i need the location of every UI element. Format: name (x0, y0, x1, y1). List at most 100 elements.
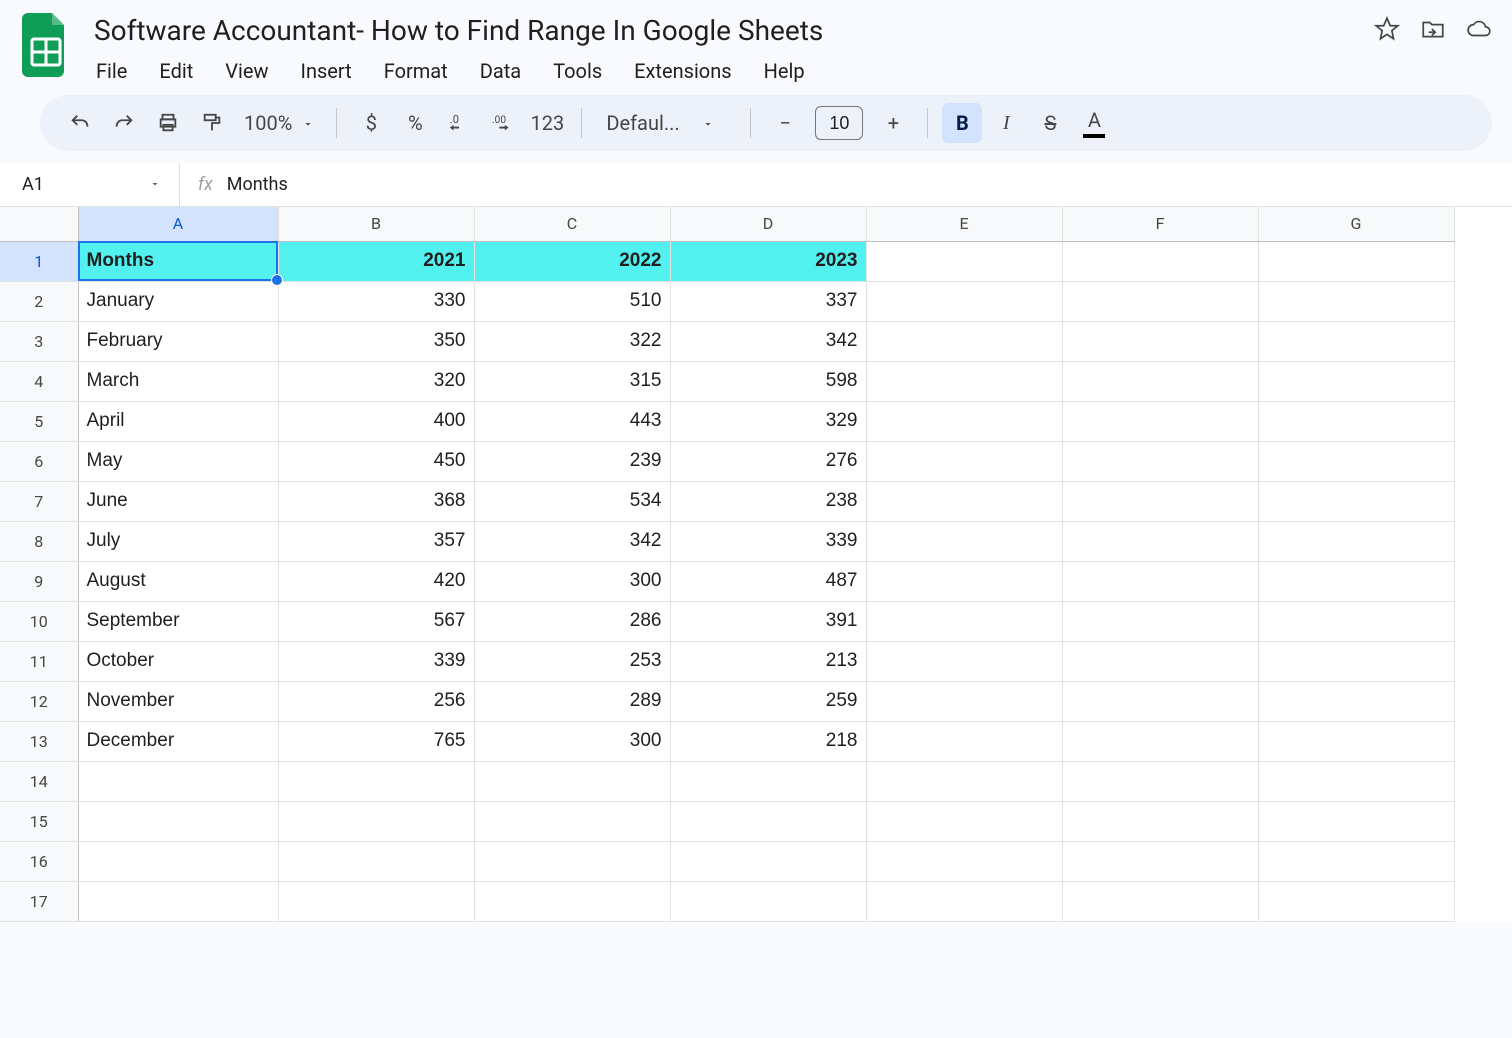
menu-file[interactable]: File (92, 57, 131, 85)
column-header-D[interactable]: D (670, 207, 866, 241)
cell-E1[interactable] (866, 241, 1062, 281)
row-header-3[interactable]: 3 (0, 321, 78, 361)
cell-C5[interactable]: 443 (474, 401, 670, 441)
decrease-font-size-button[interactable]: − (765, 103, 805, 143)
cell-E12[interactable] (866, 681, 1062, 721)
row-header-1[interactable]: 1 (0, 241, 78, 281)
cell-G6[interactable] (1258, 441, 1454, 481)
cell-E15[interactable] (866, 801, 1062, 841)
cell-E6[interactable] (866, 441, 1062, 481)
bold-button[interactable]: B (942, 103, 982, 143)
cell-B7[interactable]: 368 (278, 481, 474, 521)
cell-G9[interactable] (1258, 561, 1454, 601)
strikethrough-button[interactable]: S (1030, 103, 1070, 143)
cell-A11[interactable]: October (78, 641, 278, 681)
cell-E8[interactable] (866, 521, 1062, 561)
cell-A12[interactable]: November (78, 681, 278, 721)
sheets-logo-icon[interactable] (20, 10, 72, 80)
cell-B5[interactable]: 400 (278, 401, 474, 441)
cell-G10[interactable] (1258, 601, 1454, 641)
cell-F16[interactable] (1062, 841, 1258, 881)
cell-C3[interactable]: 322 (474, 321, 670, 361)
cell-B16[interactable] (278, 841, 474, 881)
cell-D5[interactable]: 329 (670, 401, 866, 441)
cell-F8[interactable] (1062, 521, 1258, 561)
decrease-decimal-button[interactable]: .0 (439, 103, 479, 143)
cell-B17[interactable] (278, 881, 474, 921)
row-header-4[interactable]: 4 (0, 361, 78, 401)
cell-D3[interactable]: 342 (670, 321, 866, 361)
cell-B8[interactable]: 357 (278, 521, 474, 561)
cell-D13[interactable]: 218 (670, 721, 866, 761)
cell-G5[interactable] (1258, 401, 1454, 441)
cell-E13[interactable] (866, 721, 1062, 761)
cell-G7[interactable] (1258, 481, 1454, 521)
cell-A15[interactable] (78, 801, 278, 841)
cell-C16[interactable] (474, 841, 670, 881)
column-header-G[interactable]: G (1258, 207, 1454, 241)
cell-E17[interactable] (866, 881, 1062, 921)
paint-format-button[interactable] (192, 103, 232, 143)
cell-C6[interactable]: 239 (474, 441, 670, 481)
cell-F1[interactable] (1062, 241, 1258, 281)
cell-E10[interactable] (866, 601, 1062, 641)
cell-B14[interactable] (278, 761, 474, 801)
cell-B10[interactable]: 567 (278, 601, 474, 641)
cell-E14[interactable] (866, 761, 1062, 801)
cell-B11[interactable]: 339 (278, 641, 474, 681)
cell-B3[interactable]: 350 (278, 321, 474, 361)
cell-G12[interactable] (1258, 681, 1454, 721)
cell-D11[interactable]: 213 (670, 641, 866, 681)
cell-D9[interactable]: 487 (670, 561, 866, 601)
cell-F11[interactable] (1062, 641, 1258, 681)
cell-C1[interactable]: 2022 (474, 241, 670, 281)
menu-format[interactable]: Format (380, 57, 452, 85)
cell-E3[interactable] (866, 321, 1062, 361)
cell-C9[interactable]: 300 (474, 561, 670, 601)
cell-F6[interactable] (1062, 441, 1258, 481)
cell-A10[interactable]: September (78, 601, 278, 641)
cell-F3[interactable] (1062, 321, 1258, 361)
cell-D15[interactable] (670, 801, 866, 841)
redo-button[interactable] (104, 103, 144, 143)
menu-extensions[interactable]: Extensions (630, 57, 735, 85)
cell-C11[interactable]: 253 (474, 641, 670, 681)
cell-C8[interactable]: 342 (474, 521, 670, 561)
cell-D16[interactable] (670, 841, 866, 881)
formula-bar-value[interactable]: Months (227, 174, 288, 195)
cell-D1[interactable]: 2023 (670, 241, 866, 281)
cell-C10[interactable]: 286 (474, 601, 670, 641)
cell-C4[interactable]: 315 (474, 361, 670, 401)
print-button[interactable] (148, 103, 188, 143)
cell-F5[interactable] (1062, 401, 1258, 441)
cell-B12[interactable]: 256 (278, 681, 474, 721)
row-header-12[interactable]: 12 (0, 681, 78, 721)
cell-F13[interactable] (1062, 721, 1258, 761)
cell-F4[interactable] (1062, 361, 1258, 401)
column-header-F[interactable]: F (1062, 207, 1258, 241)
cell-A13[interactable]: December (78, 721, 278, 761)
cell-D6[interactable]: 276 (670, 441, 866, 481)
cell-G11[interactable] (1258, 641, 1454, 681)
cell-C13[interactable]: 300 (474, 721, 670, 761)
cell-D14[interactable] (670, 761, 866, 801)
star-icon[interactable] (1374, 16, 1400, 42)
cell-F12[interactable] (1062, 681, 1258, 721)
row-header-14[interactable]: 14 (0, 761, 78, 801)
row-header-2[interactable]: 2 (0, 281, 78, 321)
document-title[interactable]: Software Accountant- How to Find Range I… (88, 10, 1358, 51)
cell-B2[interactable]: 330 (278, 281, 474, 321)
cell-G16[interactable] (1258, 841, 1454, 881)
row-header-10[interactable]: 10 (0, 601, 78, 641)
cell-G17[interactable] (1258, 881, 1454, 921)
cell-E5[interactable] (866, 401, 1062, 441)
cell-B6[interactable]: 450 (278, 441, 474, 481)
cell-F14[interactable] (1062, 761, 1258, 801)
cell-A6[interactable]: May (78, 441, 278, 481)
cell-F9[interactable] (1062, 561, 1258, 601)
cell-B15[interactable] (278, 801, 474, 841)
row-header-9[interactable]: 9 (0, 561, 78, 601)
cell-A17[interactable] (78, 881, 278, 921)
text-color-button[interactable]: A (1074, 103, 1114, 143)
cell-B9[interactable]: 420 (278, 561, 474, 601)
